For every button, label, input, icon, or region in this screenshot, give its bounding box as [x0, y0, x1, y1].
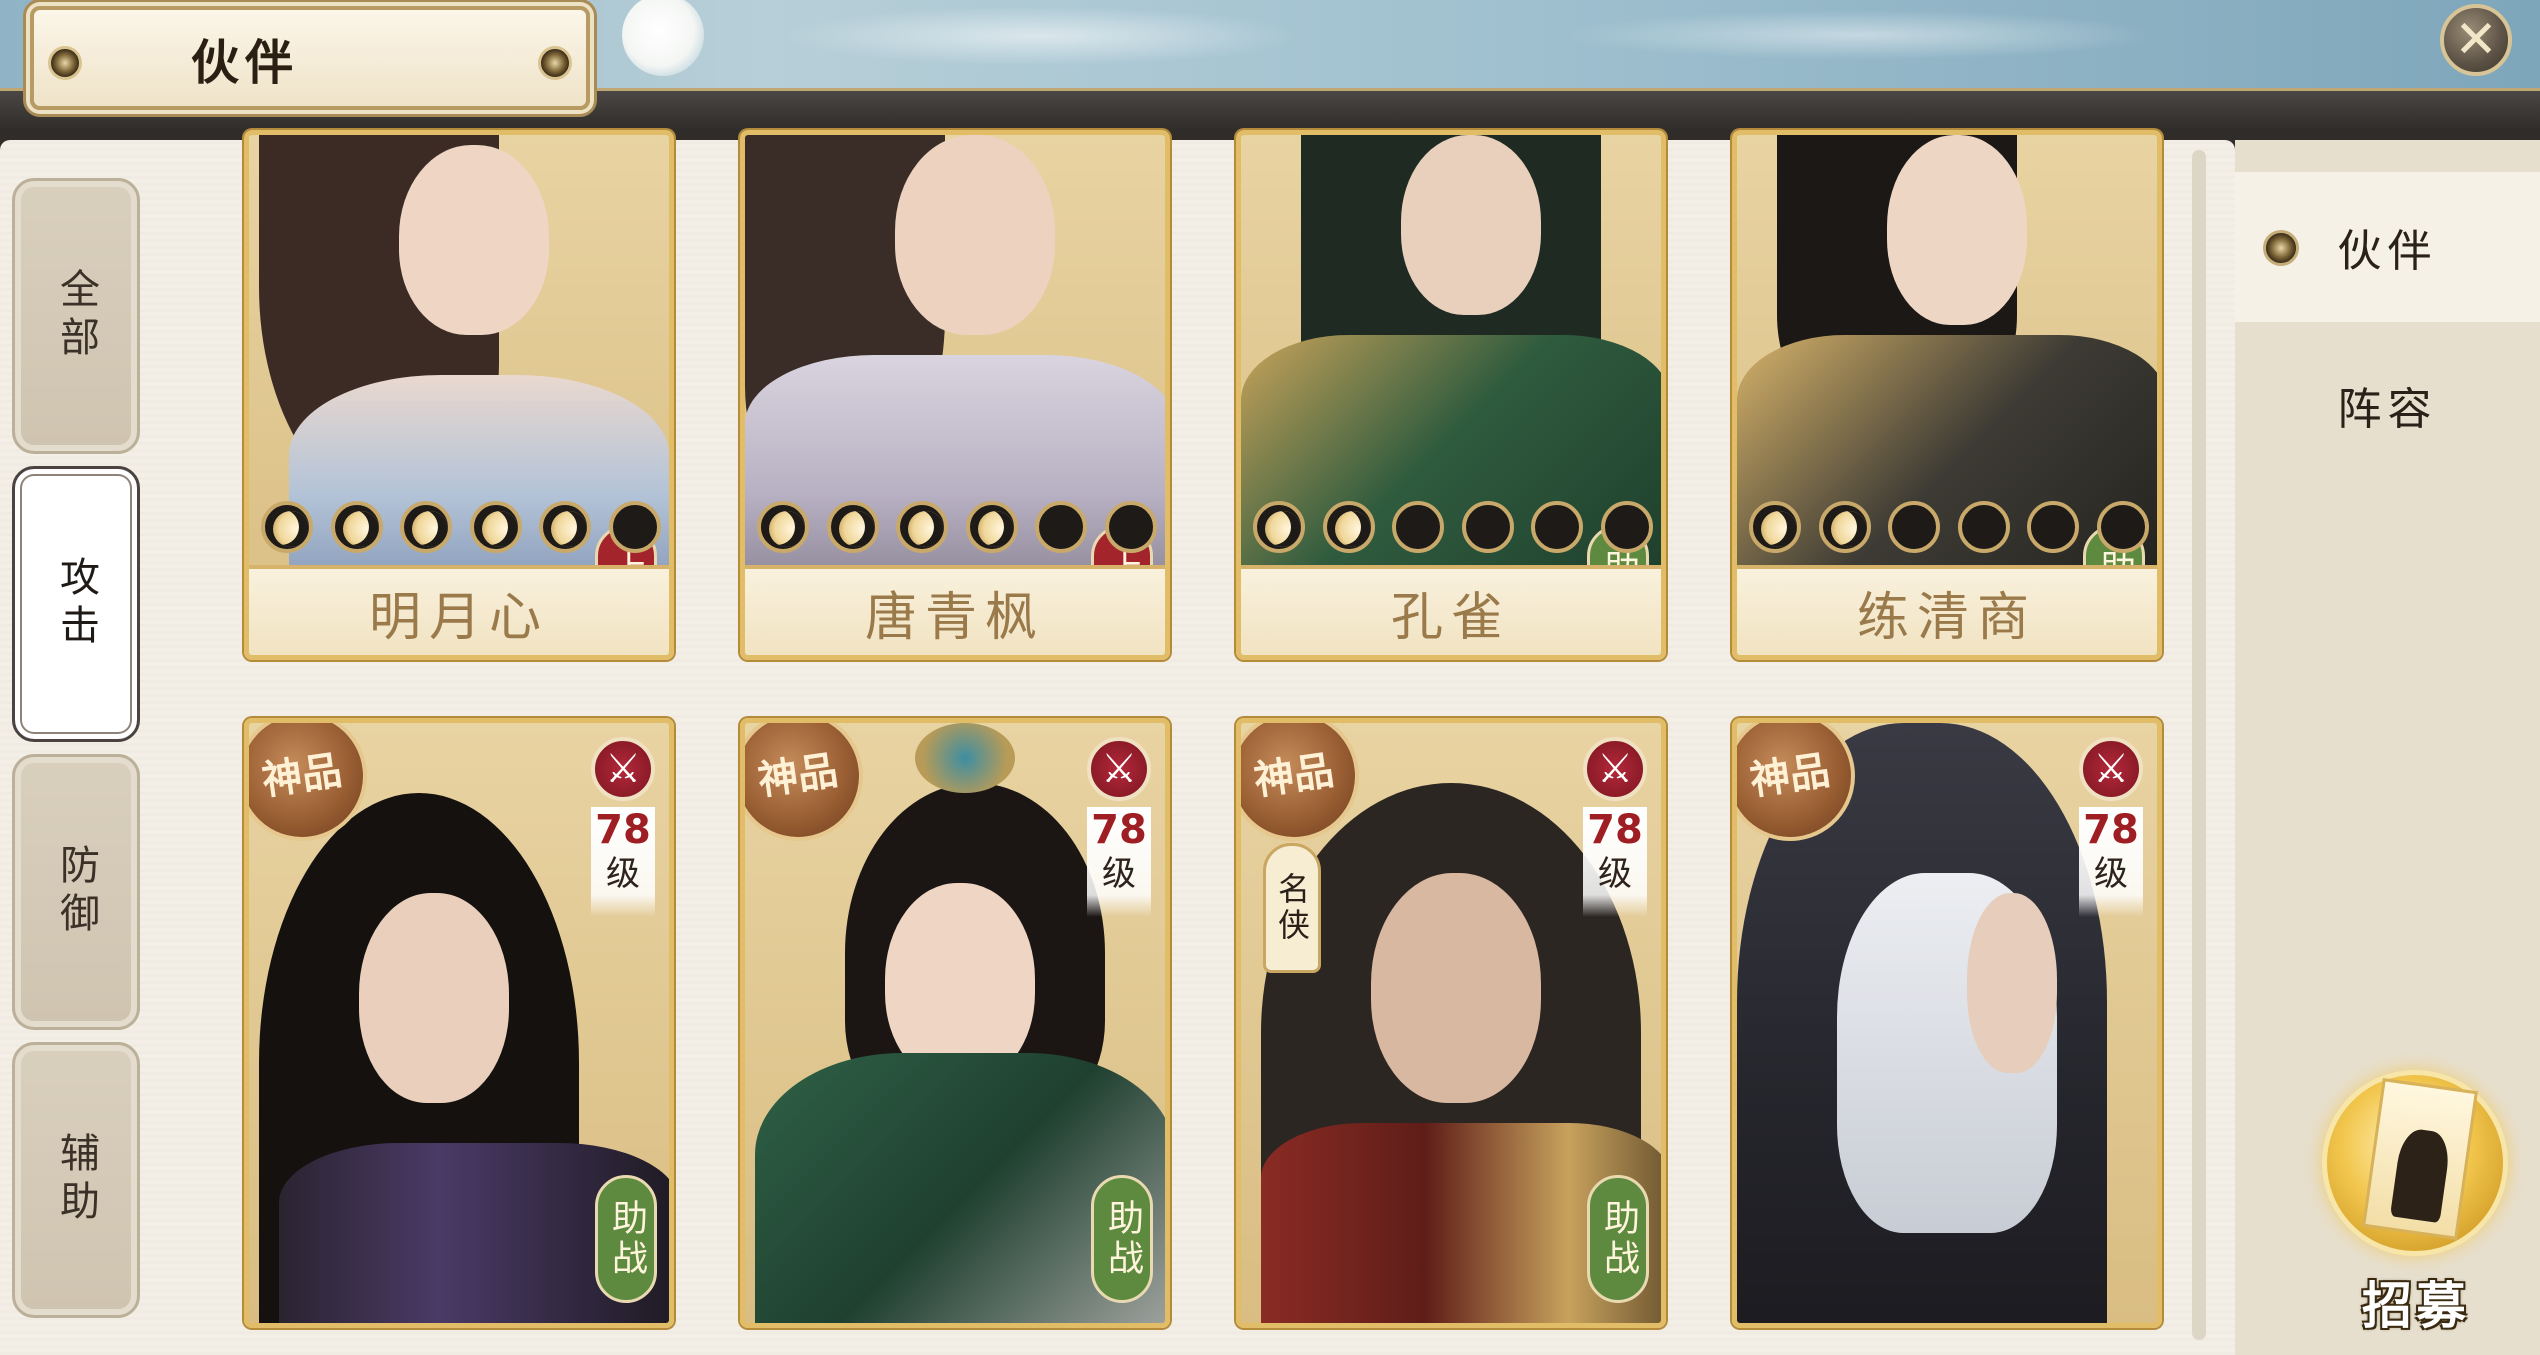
partner-name-bar: 唐青枫 — [745, 565, 1165, 655]
tab-defense[interactable]: 防御 — [12, 754, 140, 1030]
partner-name-bar: 练清商 — [1737, 565, 2157, 655]
crossed-swords-icon: ⚔ — [1087, 737, 1151, 801]
knot-ornament-icon — [538, 46, 572, 80]
cloud-decoration — [780, 6, 1300, 66]
fame-tag: 名侠 — [1263, 843, 1321, 973]
status-badge: 助战 — [1587, 1175, 1649, 1303]
partner-name-bar: 明月心 — [249, 565, 669, 655]
star-empty-icon — [1461, 501, 1514, 553]
tab-all[interactable]: 全部 — [12, 178, 140, 454]
level-unit: 级 — [606, 854, 640, 894]
side-tab-lineup[interactable]: 阵容 — [2235, 330, 2540, 480]
tab-support[interactable]: 辅助 — [12, 1042, 140, 1318]
star-empty-icon — [1035, 501, 1088, 553]
level-number: 78 — [595, 807, 651, 853]
partner-card[interactable]: 神品 名侠 ⚔ 78 级 助战 — [1236, 718, 1666, 1328]
star-lit-icon — [1253, 501, 1305, 553]
tab-label: 全部 — [53, 268, 99, 364]
level-tag: 78 级 — [591, 807, 655, 917]
star-empty-icon — [1531, 501, 1584, 553]
star-rating — [757, 499, 1157, 555]
star-empty-icon — [1104, 501, 1157, 553]
star-rating — [1749, 499, 2149, 555]
partner-card[interactable]: 上阵 明月心 — [244, 130, 674, 660]
partner-name: 唐青枫 — [864, 587, 1045, 648]
level-tag: 78 级 — [1087, 807, 1151, 917]
star-lit-icon — [1818, 501, 1871, 553]
partner-card[interactable]: 助战 练清商 — [1732, 130, 2162, 660]
level-unit: 级 — [2094, 854, 2128, 894]
star-rating — [261, 499, 661, 555]
star-lit-icon — [400, 501, 453, 553]
side-tab-label: 伙伴 — [2337, 226, 2438, 277]
partner-card[interactable]: 上阵 唐青枫 — [740, 130, 1170, 660]
partner-name: 练清商 — [1856, 587, 2037, 648]
side-tab-label: 阵容 — [2337, 384, 2438, 435]
crossed-swords-icon: ⚔ — [2079, 737, 2143, 801]
scrollbar[interactable] — [2192, 150, 2206, 1340]
knot-ornament-icon — [48, 46, 82, 80]
tab-label: 辅助 — [53, 1132, 99, 1228]
star-lit-icon — [826, 501, 879, 553]
star-lit-icon — [896, 501, 949, 553]
partner-card[interactable]: 神品 ⚔ 78 级 — [1732, 718, 2162, 1328]
partner-card[interactable]: 神品 ⚔ 78 级 助战 — [244, 718, 674, 1328]
level-unit: 级 — [1102, 854, 1136, 894]
level-tag: 78 级 — [1583, 807, 1647, 917]
crossed-swords-icon: ⚔ — [591, 737, 655, 801]
star-lit-icon — [330, 501, 383, 553]
page-title: 伙伴 — [190, 35, 299, 91]
status-badge: 助战 — [595, 1175, 657, 1303]
partner-card[interactable]: 助战 孔雀 — [1236, 130, 1666, 660]
star-empty-icon — [1392, 501, 1445, 553]
title-plaque: 伙伴 — [30, 6, 590, 110]
star-lit-icon — [261, 501, 313, 553]
close-button[interactable]: ✕ — [2440, 4, 2512, 76]
side-tab-partners[interactable]: 伙伴 — [2235, 172, 2540, 322]
knot-ornament-icon — [2263, 230, 2299, 266]
tab-attack[interactable]: 攻击 — [12, 466, 140, 742]
tab-label: 防御 — [53, 844, 99, 940]
level-tag: 78 级 — [2079, 807, 2143, 917]
star-lit-icon — [965, 501, 1018, 553]
star-lit-icon — [469, 501, 522, 553]
star-empty-icon — [608, 501, 661, 553]
level-number: 78 — [2083, 807, 2139, 853]
star-lit-icon — [539, 501, 592, 553]
level-unit: 级 — [1598, 854, 1632, 894]
partner-name: 明月心 — [368, 587, 549, 648]
star-lit-icon — [757, 501, 809, 553]
recruit-button[interactable]: 招募 — [2316, 1070, 2516, 1335]
star-empty-icon — [1600, 501, 1653, 553]
star-empty-icon — [2096, 501, 2149, 553]
level-number: 78 — [1091, 807, 1147, 853]
star-empty-icon — [1888, 501, 1941, 553]
close-x-icon: ✕ — [2454, 10, 2498, 70]
star-empty-icon — [1957, 501, 2010, 553]
partner-name-bar: 孔雀 — [1241, 565, 1661, 655]
moon-icon — [622, 0, 704, 76]
star-empty-icon — [2027, 501, 2080, 553]
partner-card[interactable]: 神品 ⚔ 78 级 助战 — [740, 718, 1170, 1328]
main-panel: 全部 攻击 防御 辅助 上阵 明月心 — [0, 130, 2235, 1355]
cloud-decoration — [1560, 10, 2160, 60]
star-rating — [1253, 499, 1653, 555]
level-number: 78 — [1587, 807, 1643, 853]
star-lit-icon — [1322, 501, 1375, 553]
partner-name: 孔雀 — [1390, 587, 1511, 648]
tab-label: 攻击 — [53, 556, 99, 652]
status-badge: 助战 — [1091, 1175, 1153, 1303]
recruit-label: 招募 — [2362, 1276, 2470, 1335]
crossed-swords-icon: ⚔ — [1583, 737, 1647, 801]
star-lit-icon — [1749, 501, 1801, 553]
